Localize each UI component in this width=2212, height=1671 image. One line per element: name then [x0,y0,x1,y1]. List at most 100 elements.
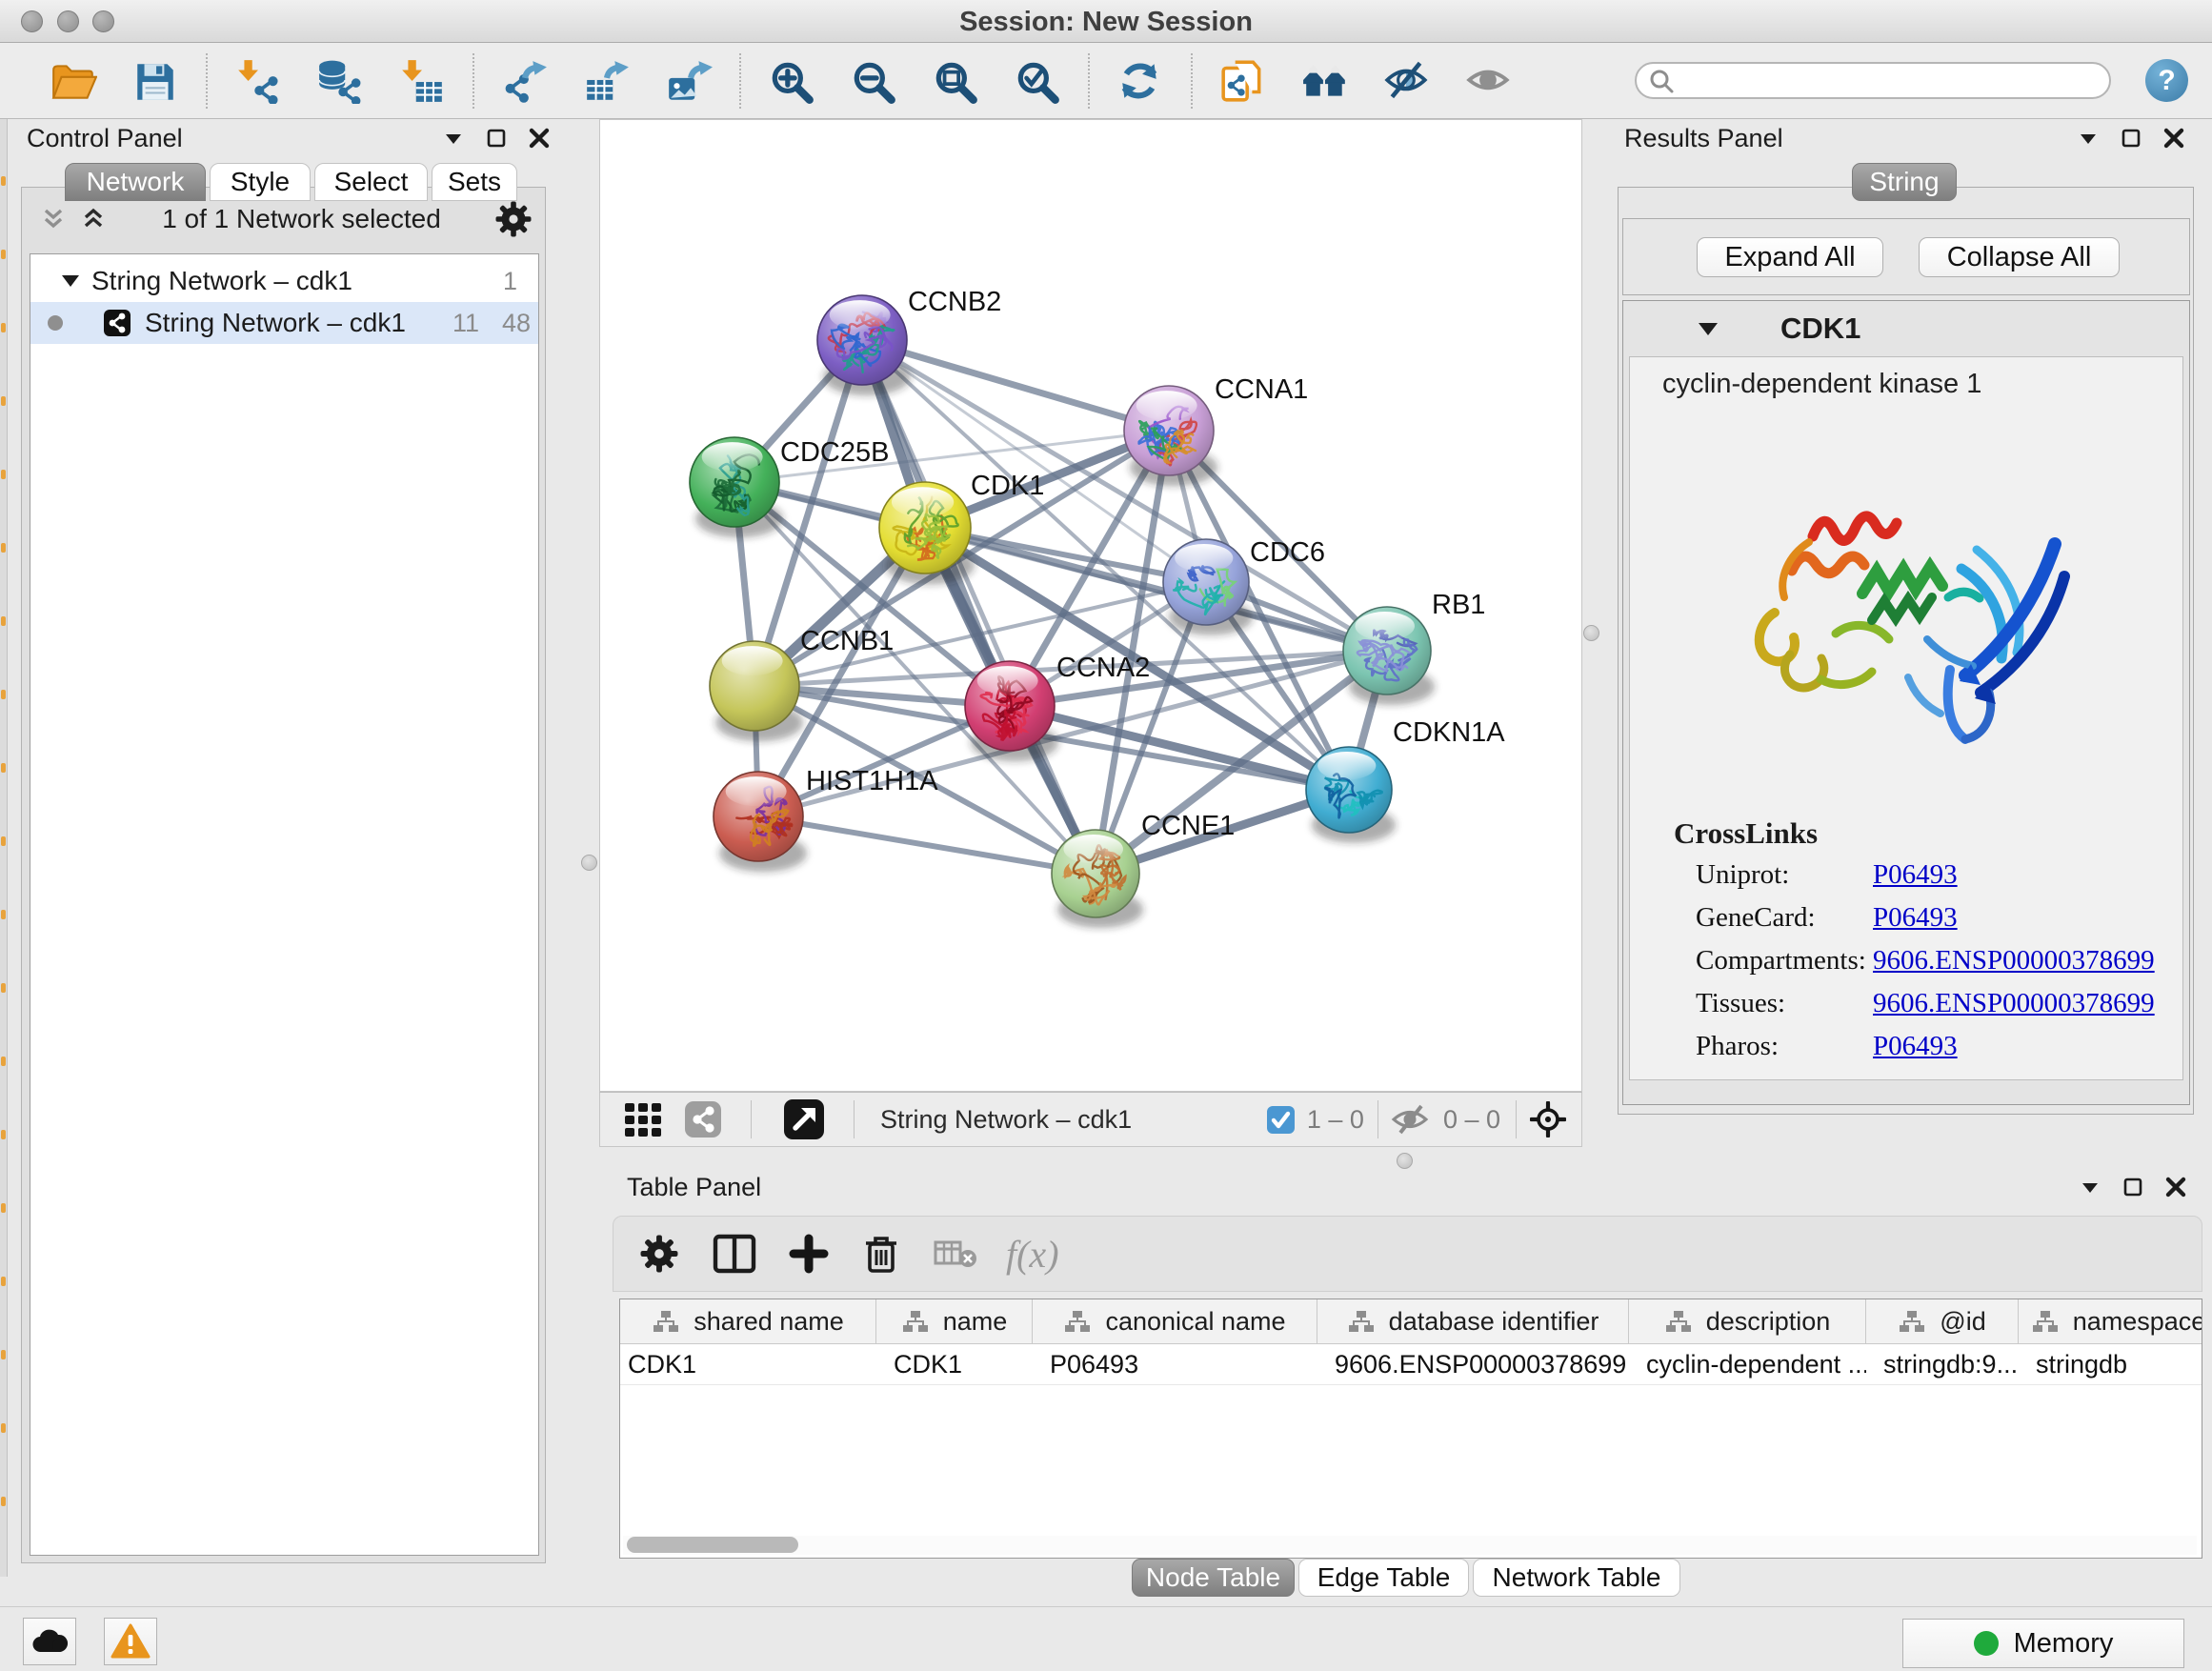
gene-name: CDK1 [1780,312,1860,346]
crosslink-link[interactable]: 9606.ENSP00000378699 [1873,945,2155,976]
expand-all-chevron-icon[interactable] [79,207,108,232]
network-row[interactable]: String Network – cdk1 11 48 [30,302,538,344]
tab-node-table[interactable]: Node Table [1132,1559,1295,1597]
gear-icon[interactable] [495,201,532,237]
export-image-button[interactable] [648,51,730,111]
import-network-database-button[interactable] [299,51,381,111]
add-column-plus-icon[interactable] [789,1234,829,1274]
network-collection-row[interactable]: String Network – cdk1 1 [30,260,538,302]
tab-sets[interactable]: Sets [432,163,517,201]
column-header-namespace[interactable]: namespace [2019,1299,2202,1343]
selected-checkbox-icon[interactable] [1266,1105,1296,1135]
table-horizontal-scrollbar[interactable] [623,1536,2197,1555]
node-label-CDK1: CDK1 [971,471,1044,501]
zoom-fit-button[interactable] [915,51,996,111]
delete-column-trash-icon[interactable] [863,1234,899,1274]
export-table-button[interactable] [566,51,648,111]
node-CDKN1A[interactable]: CDKN1A [1306,717,1505,843]
layout-refresh-button[interactable] [1099,51,1181,111]
network-canvas[interactable]: CCNB2CCNA1CDC25BCDK1CDC6RB1CCNB1CCNA2CDK… [599,119,1582,1092]
table-settings-gear-icon[interactable] [640,1235,678,1273]
export-image-icon [665,58,713,104]
node-label-CCNB1: CCNB1 [800,626,894,656]
node-CDK1[interactable]: CDK1 [879,471,1044,585]
clone-network-button[interactable] [1202,51,1284,111]
panel-float-icon[interactable] [486,128,507,149]
open-in-new-window-icon[interactable] [783,1098,825,1140]
collection-expanded-triangle-icon[interactable] [59,272,82,290]
birds-eye-grid-icon[interactable] [623,1099,663,1139]
panel-float-icon[interactable] [2121,128,2142,149]
fit-selected-crosshair-icon[interactable] [1530,1101,1566,1137]
clone-network-icon [1219,58,1267,104]
node-CCNA1[interactable]: CCNA1 [1124,374,1308,486]
node-HIST1H1A[interactable]: HIST1H1A [714,766,938,872]
panel-menu-icon[interactable] [2077,131,2100,146]
panel-float-icon[interactable] [2122,1177,2143,1198]
tab-style[interactable]: Style [210,163,311,201]
crosslink-link[interactable]: P06493 [1873,1031,1958,1062]
tab-label: Network [87,167,185,197]
zoom-in-button[interactable] [751,51,833,111]
zoom-out-button[interactable] [833,51,915,111]
import-table-file-button[interactable] [381,51,463,111]
show-eye-button[interactable] [1448,51,1530,111]
collapse-all-chevron-icon[interactable] [39,207,68,232]
memory-label: Memory [2014,1628,2114,1660]
edge-CCNB2-CCNA1[interactable] [862,340,1169,431]
expand-all-button[interactable]: Expand All [1697,237,1883,277]
selected-node-edge-count: 1 – 0 [1307,1105,1364,1135]
column-header-canonical-name[interactable]: canonical name [1033,1299,1317,1343]
right-splitter-handle[interactable] [1583,625,1599,641]
network-collection-tree: String Network – cdk1 1 String Network –… [30,253,539,1556]
gene-section: CDK1 cyclin-dependent kinase 1 [1622,300,2190,1105]
panel-menu-icon[interactable] [2079,1179,2101,1195]
hide-panel-eye-button[interactable] [1366,51,1448,111]
import-network-file-button[interactable] [217,51,299,111]
save-button[interactable] [114,51,196,111]
bottom-splitter-handle[interactable] [1397,1153,1413,1169]
tab-network[interactable]: Network [65,163,206,201]
show-columns-icon[interactable] [713,1234,756,1274]
table-row[interactable]: CDK1CDK1P064939606.ENSP00000378699cyclin… [620,1344,2202,1385]
string-network-icon [103,309,131,337]
tab-edge-table[interactable]: Edge Table [1298,1559,1469,1597]
column-hierarchy-icon [1898,1309,1926,1334]
column-header-name[interactable]: name [876,1299,1033,1343]
node-CCNE1[interactable]: CCNE1 [1052,811,1235,928]
panel-close-icon[interactable] [2164,1176,2187,1198]
gene-expanded-triangle-icon[interactable] [1696,319,1720,338]
cloud-services-button[interactable] [23,1618,76,1665]
export-network-button[interactable] [484,51,566,111]
results-tab-string[interactable]: String [1852,163,1957,201]
node-RB1[interactable]: RB1 [1343,590,1485,705]
gene-section-header[interactable]: CDK1 [1623,301,2189,356]
string-home-button[interactable] [1284,51,1366,111]
tab-select[interactable]: Select [314,163,428,201]
panel-close-icon[interactable] [2162,127,2185,150]
open-folder-button[interactable] [32,51,114,111]
node-CCNB2[interactable]: CCNB2 [817,287,1001,395]
crosslink-link[interactable]: P06493 [1873,902,1958,934]
panel-close-icon[interactable] [528,127,551,150]
crosslink-link[interactable]: P06493 [1873,859,1958,891]
collapse-all-button[interactable]: Collapse All [1919,237,2120,277]
column-header-database-identifier[interactable]: database identifier [1317,1299,1629,1343]
memory-button[interactable]: Memory [1902,1619,2184,1668]
zoom-selected-button[interactable] [996,51,1078,111]
help-button[interactable]: ? [2145,59,2188,102]
tab-network-table[interactable]: Network Table [1473,1559,1680,1597]
crosslink-label: GeneCard: [1696,902,1816,934]
column-header-description[interactable]: description [1629,1299,1866,1343]
panel-menu-icon[interactable] [442,131,465,146]
warnings-button[interactable] [104,1618,157,1665]
column-header-id[interactable]: @id [1866,1299,2019,1343]
node-CDC25B[interactable]: CDC25B [690,437,889,537]
share-network-gray-icon[interactable] [684,1100,722,1138]
left-splitter-handle[interactable] [581,855,597,871]
column-header-shared-name[interactable]: shared name [620,1299,876,1343]
scrollbar-thumb[interactable] [627,1537,798,1553]
tab-label: Network Table [1493,1562,1661,1593]
search-input[interactable] [1675,66,2109,96]
crosslink-link[interactable]: 9606.ENSP00000378699 [1873,988,2155,1019]
